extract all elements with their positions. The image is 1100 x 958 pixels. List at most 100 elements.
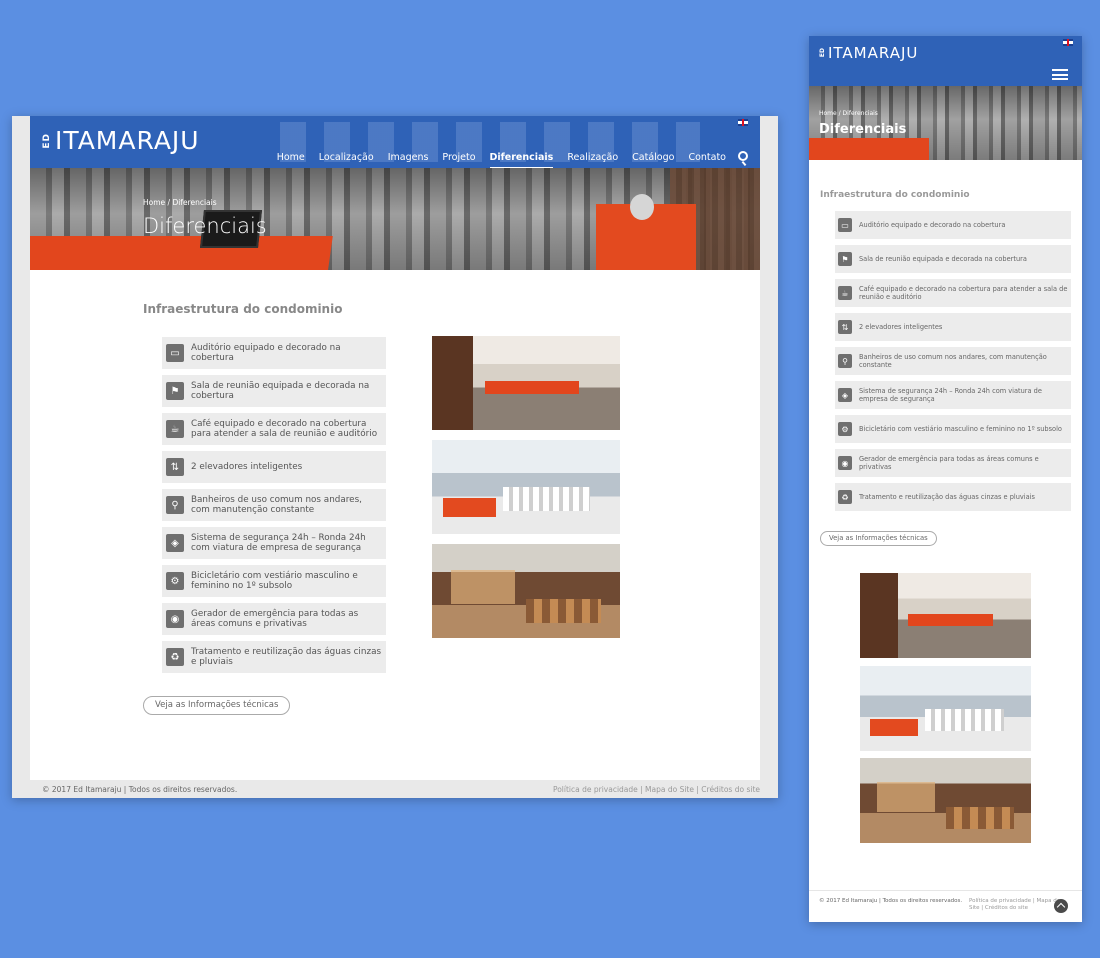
generator-eye-icon: ◉ xyxy=(166,610,184,628)
list-item: ⚑ Sala de reunião equipada e decorada na … xyxy=(835,245,1071,273)
hamburger-menu-icon[interactable] xyxy=(1052,69,1068,80)
cafe-photo[interactable] xyxy=(860,758,1031,843)
breadcrumb[interactable]: Home / Diferenciais xyxy=(143,198,217,207)
feature-text: Banheiros de uso comum nos andares, com … xyxy=(859,353,1047,369)
feature-list: ▭ Auditório equipado e decorado na cobert… xyxy=(162,337,386,679)
nav-projeto[interactable]: Projeto xyxy=(442,152,475,168)
hero-table xyxy=(809,138,929,160)
site-footer: © 2017 Ed Itamaraju | Todos os direitos … xyxy=(42,780,760,798)
auditorium-icon: ▭ xyxy=(166,344,184,362)
feature-text: Sistema de segurança 24h – Ronda 24h com… xyxy=(859,387,1042,403)
mobile-mockup: ED ITAMARAJU Home / Diferenciais Diferen… xyxy=(809,36,1082,922)
list-item: ⚙ Bicicletário com vestiário masculino e … xyxy=(835,415,1071,443)
feature-text: 2 elevadores inteligentes xyxy=(191,461,303,472)
logo-prefix: ED xyxy=(819,48,826,58)
nav-contato[interactable]: Contato xyxy=(688,152,726,168)
hero-banner: Home / Diferenciais Diferenciais xyxy=(30,168,760,270)
logo-name: ITAMARAJU xyxy=(55,126,200,155)
feature-text: Gerador de emergência para todas as área… xyxy=(859,455,1039,471)
recycle-icon: ♻ xyxy=(166,648,184,666)
nav-imagens[interactable]: Imagens xyxy=(388,152,429,168)
hero-table xyxy=(30,236,333,270)
feature-text: Café equipado e decorado na cobertura pa… xyxy=(191,418,378,440)
security-shield-icon: ◈ xyxy=(166,534,184,552)
list-item: ♻ Tratamento e reutilização das águas cin… xyxy=(835,483,1071,511)
mobile-hero-banner: Home / Diferenciais Diferenciais xyxy=(809,86,1082,160)
feature-text: Sala de reunião equipada e decorada na c… xyxy=(191,380,370,402)
bicycle-icon: ⚙ xyxy=(166,572,184,590)
meeting-room-icon: ⚑ xyxy=(166,382,184,400)
list-item: ◉ Gerador de emergência para todas as áre… xyxy=(835,449,1071,477)
list-item: ⚲ Banheiros de uso comum nos andares, com… xyxy=(162,489,386,521)
list-item: ◉ Gerador de emergência para todas as áre… xyxy=(162,603,386,635)
list-item: ▭ Auditório equipado e decorado na cobert… xyxy=(162,337,386,369)
feature-text: 2 elevadores inteligentes xyxy=(859,323,943,331)
list-item: ☕ Café equipado e decorado na cobertura p… xyxy=(162,413,386,445)
technical-info-button[interactable]: Veja as Informações técnicas xyxy=(820,531,937,546)
restroom-icon: ⚲ xyxy=(838,354,852,368)
copyright-text: © 2017 Ed Itamaraju | Todos os direitos … xyxy=(42,785,238,794)
desktop-mockup: ED ITAMARAJU Home Localização Imagens Pr… xyxy=(12,116,778,798)
feature-text: Bicicletário com vestiário masculino e f… xyxy=(191,570,358,592)
logo-prefix: ED xyxy=(42,132,52,149)
elevator-icon: ⇅ xyxy=(838,320,852,334)
list-item: ⚙ Bicicletário com vestiário masculino e … xyxy=(162,565,386,597)
meeting-room-photo[interactable] xyxy=(860,573,1031,658)
list-item: ☕ Café equipado e decorado na cobertura p… xyxy=(835,279,1071,307)
feature-text: Sistema de segurança 24h – Ronda 24h com… xyxy=(191,532,366,554)
breadcrumb[interactable]: Home / Diferenciais xyxy=(819,110,878,117)
copyright-text: © 2017 Ed Itamaraju | Todos os direitos … xyxy=(819,898,963,904)
feature-list: ▭ Auditório equipado e decorado na cobert… xyxy=(835,211,1071,517)
list-item: ⚲ Banheiros de uso comum nos andares, com… xyxy=(835,347,1071,375)
feature-text: Café equipado e decorado na cobertura pa… xyxy=(859,285,1068,301)
cafe-icon: ☕ xyxy=(838,286,852,300)
feature-text: Gerador de emergência para todas as área… xyxy=(191,608,359,630)
list-item: ▭ Auditório equipado e decorado na cobert… xyxy=(835,211,1071,239)
auditorium-photo[interactable] xyxy=(432,440,620,534)
feature-text: Banheiros de uso comum nos andares, com … xyxy=(191,494,362,516)
list-item: ◈ Sistema de segurança 24h – Ronda 24h co… xyxy=(162,527,386,559)
section-title: Infraestrutura do condominio xyxy=(820,190,970,200)
list-item: ⇅ 2 elevadores inteligentes xyxy=(835,313,1071,341)
meeting-room-photo[interactable] xyxy=(432,336,620,430)
recycle-icon: ♻ xyxy=(838,490,852,504)
nav-localizacao[interactable]: Localização xyxy=(319,152,374,168)
uk-flag-icon[interactable] xyxy=(738,119,748,126)
nav-diferenciais[interactable]: Diferenciais xyxy=(489,152,554,168)
auditorium-icon: ▭ xyxy=(838,218,852,232)
feature-text: Auditório equipado e decorado na cobertu… xyxy=(191,342,341,364)
feature-text: Auditório equipado e decorado na cobertu… xyxy=(859,221,1006,229)
feature-text: Tratamento e reutilização das águas cinz… xyxy=(191,646,382,668)
site-logo[interactable]: ED ITAMARAJU xyxy=(42,126,200,155)
bicycle-icon: ⚙ xyxy=(838,422,852,436)
cafe-icon: ☕ xyxy=(166,420,184,438)
list-item: ◈ Sistema de segurança 24h – Ronda 24h co… xyxy=(835,381,1071,409)
uk-flag-icon[interactable] xyxy=(1063,39,1073,46)
mobile-footer: © 2017 Ed Itamaraju | Todos os direitos … xyxy=(809,890,1082,922)
security-shield-icon: ◈ xyxy=(838,388,852,402)
page-title: Diferenciais xyxy=(143,214,267,238)
nav-catalogo[interactable]: Catálogo xyxy=(632,152,674,168)
list-item: ♻ Tratamento e reutilização das águas cin… xyxy=(162,641,386,673)
mobile-logo[interactable]: ED ITAMARAJU xyxy=(819,44,918,62)
page-title: Diferenciais xyxy=(819,122,907,137)
search-icon[interactable] xyxy=(738,151,748,161)
elevator-icon: ⇅ xyxy=(166,458,184,476)
footer-links[interactable]: Política de privacidade | Mapa do Site |… xyxy=(553,785,760,794)
nav-realizacao[interactable]: Realização xyxy=(567,152,618,168)
back-to-top-icon[interactable] xyxy=(1054,899,1068,913)
list-item: ⇅ 2 elevadores inteligentes xyxy=(162,451,386,483)
nav-home[interactable]: Home xyxy=(277,152,305,168)
restroom-icon: ⚲ xyxy=(166,496,184,514)
site-header: ED ITAMARAJU Home Localização Imagens Pr… xyxy=(30,116,760,168)
feature-text: Tratamento e reutilização das águas cinz… xyxy=(859,493,1035,501)
hero-plant xyxy=(630,194,654,220)
desktop-page: ED ITAMARAJU Home Localização Imagens Pr… xyxy=(30,116,760,780)
cafe-photo[interactable] xyxy=(432,544,620,638)
section-title: Infraestrutura do condominio xyxy=(143,302,343,316)
technical-info-button[interactable]: Veja as Informações técnicas xyxy=(143,696,291,715)
list-item: ⚑ Sala de reunião equipada e decorada na … xyxy=(162,375,386,407)
auditorium-photo[interactable] xyxy=(860,666,1031,751)
main-nav: Home Localização Imagens Projeto Diferen… xyxy=(277,152,726,168)
feature-text: Bicicletário com vestiário masculino e f… xyxy=(859,425,1062,433)
